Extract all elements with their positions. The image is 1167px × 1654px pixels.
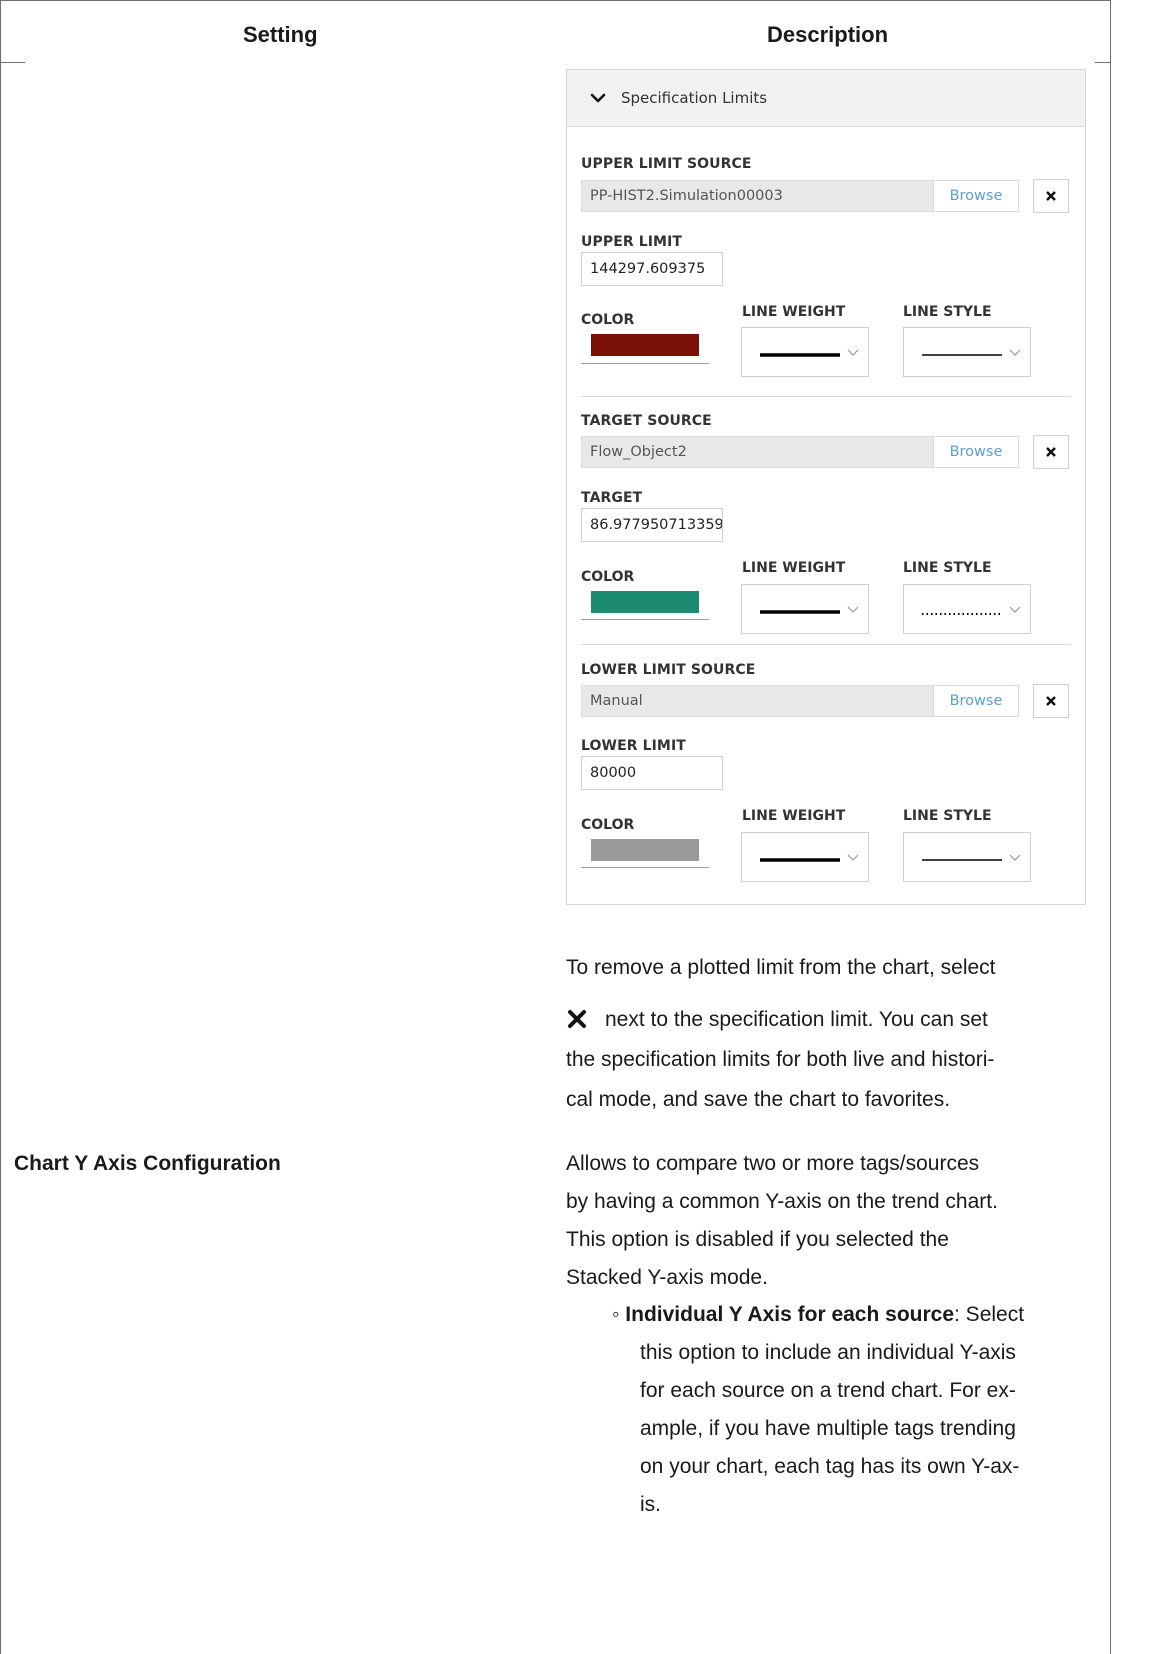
table-border-right: [1110, 0, 1111, 1654]
target-source-label: TARGET SOURCE: [581, 413, 712, 429]
table-border-left: [0, 0, 1, 1654]
lower-limit-label: LOWER LIMIT: [581, 738, 686, 754]
upper-remove-button[interactable]: [1033, 179, 1069, 213]
target-source-field[interactable]: Flow_Object2 Browse: [581, 436, 1019, 468]
bullet-line-3: for each source on a trend chart. For ex…: [640, 1379, 1016, 1402]
lower-line-style-label: LINE STYLE: [903, 808, 992, 824]
remove-limit-line-3: the specification limits for both live a…: [566, 1048, 995, 1071]
lower-remove-button[interactable]: [1033, 684, 1069, 718]
chevron-down-icon: [1009, 854, 1021, 861]
target-input[interactable]: 86.97795071335928: [581, 508, 723, 542]
setting-chart-y-axis-configuration: Chart Y Axis Configuration: [14, 1152, 281, 1175]
line-style-preview: [922, 606, 1021, 615]
lower-limit-source-label: LOWER LIMIT SOURCE: [581, 662, 756, 678]
target-line-weight-dropdown[interactable]: [741, 584, 869, 634]
target-source-value: Flow_Object2: [590, 444, 687, 460]
header-divider-right: [1095, 62, 1111, 63]
y-axis-desc-line-3: This option is disabled if you selected …: [566, 1228, 949, 1251]
upper-browse-button[interactable]: Browse: [933, 181, 1018, 211]
upper-limit-source-field[interactable]: PP-HIST2.Simulation00003 Browse: [581, 180, 1019, 212]
remove-limit-line-4: cal mode, and save the chart to favorite…: [566, 1088, 951, 1111]
header-setting: Setting: [243, 22, 318, 47]
section-separator: [581, 644, 1071, 645]
upper-limit-value: 144297.609375: [590, 261, 706, 277]
panel-title: Specification Limits: [621, 89, 768, 107]
bullet-line-4: ample, if you have multiple tags trendin…: [640, 1417, 1016, 1440]
target-line-style-label: LINE STYLE: [903, 560, 992, 576]
lower-color-swatch[interactable]: [591, 839, 699, 861]
upper-line-weight-label: LINE WEIGHT: [742, 304, 846, 320]
line-weight-preview: [760, 349, 859, 357]
y-axis-desc-line-2: by having a common Y-axis on the trend c…: [566, 1190, 998, 1213]
chevron-down-icon: [847, 854, 859, 861]
remove-limit-line-1: To remove a plotted limit from the chart…: [566, 956, 996, 979]
target-color-underline: [581, 619, 709, 620]
lower-limit-input[interactable]: 80000: [581, 756, 723, 790]
lower-limit-source-field[interactable]: Manual Browse: [581, 685, 1019, 717]
bullet-individual-y-axis: ◦ Individual Y Axis for each source: Sel…: [612, 1296, 1072, 1334]
close-icon: [1046, 191, 1056, 201]
bullet-line-5: on your chart, each tag has its own Y-ax…: [640, 1455, 1020, 1478]
upper-limit-input[interactable]: 144297.609375: [581, 252, 723, 286]
upper-color-underline: [581, 363, 709, 364]
chevron-down-icon: [847, 349, 859, 356]
upper-line-style-label: LINE STYLE: [903, 304, 992, 320]
bullet-title: Individual Y Axis for each source: [625, 1303, 955, 1326]
panel-header[interactable]: Specification Limits: [567, 70, 1085, 127]
chevron-down-icon: [847, 606, 859, 613]
y-axis-desc-line-1: Allows to compare two or more tags/sourc…: [566, 1152, 980, 1175]
line-weight-preview: [760, 606, 859, 614]
lower-browse-button[interactable]: Browse: [933, 686, 1018, 716]
lower-limit-value: 80000: [590, 765, 637, 781]
line-weight-preview: [760, 854, 859, 862]
target-value: 86.97795071335928: [590, 517, 723, 533]
upper-limit-source-value: PP-HIST2.Simulation00003: [590, 188, 783, 204]
lower-line-weight-dropdown[interactable]: [741, 832, 869, 882]
bullet-marker: ◦: [612, 1303, 626, 1326]
lower-color-label: COLOR: [581, 817, 635, 833]
target-color-label: COLOR: [581, 569, 635, 585]
target-label: TARGET: [581, 490, 643, 506]
lower-limit-source-value: Manual: [590, 693, 643, 709]
lower-line-weight-label: LINE WEIGHT: [742, 808, 846, 824]
lower-color-underline: [581, 867, 709, 868]
chevron-down-icon[interactable]: [589, 89, 607, 107]
line-style-preview: [922, 349, 1021, 356]
bullet-line-1: : Select: [954, 1303, 1025, 1326]
header-description: Description: [767, 22, 889, 47]
upper-limit-source-label: UPPER LIMIT SOURCE: [581, 156, 752, 172]
section-separator: [581, 396, 1071, 397]
target-line-weight-label: LINE WEIGHT: [742, 560, 846, 576]
specification-limits-panel: Specification Limits UPPER LIMIT SOURCE …: [566, 69, 1086, 905]
close-icon: [568, 1010, 586, 1028]
upper-limit-label: UPPER LIMIT: [581, 234, 683, 250]
y-axis-desc-line-4: Stacked Y-axis mode.: [566, 1266, 768, 1289]
target-color-swatch[interactable]: [591, 591, 699, 613]
target-remove-button[interactable]: [1033, 435, 1069, 469]
header-divider-left: [0, 62, 25, 63]
close-icon: [1046, 696, 1056, 706]
lower-line-style-dropdown[interactable]: [903, 832, 1031, 882]
table-border-top: [0, 0, 1111, 1]
remove-limit-line-2: next to the specification limit. You can…: [605, 1008, 988, 1031]
chevron-down-icon: [1009, 606, 1021, 613]
line-style-preview: [922, 854, 1021, 861]
close-icon: [1046, 447, 1056, 457]
bullet-line-6: is.: [640, 1493, 661, 1516]
bullet-line-2: this option to include an individual Y-a…: [640, 1341, 1016, 1364]
upper-line-style-dropdown[interactable]: [903, 327, 1031, 377]
target-browse-button[interactable]: Browse: [933, 437, 1018, 467]
upper-color-label: COLOR: [581, 312, 635, 328]
upper-line-weight-dropdown[interactable]: [741, 327, 869, 377]
upper-color-swatch[interactable]: [591, 334, 699, 356]
target-line-style-dropdown[interactable]: [903, 584, 1031, 634]
chevron-down-icon: [1009, 349, 1021, 356]
